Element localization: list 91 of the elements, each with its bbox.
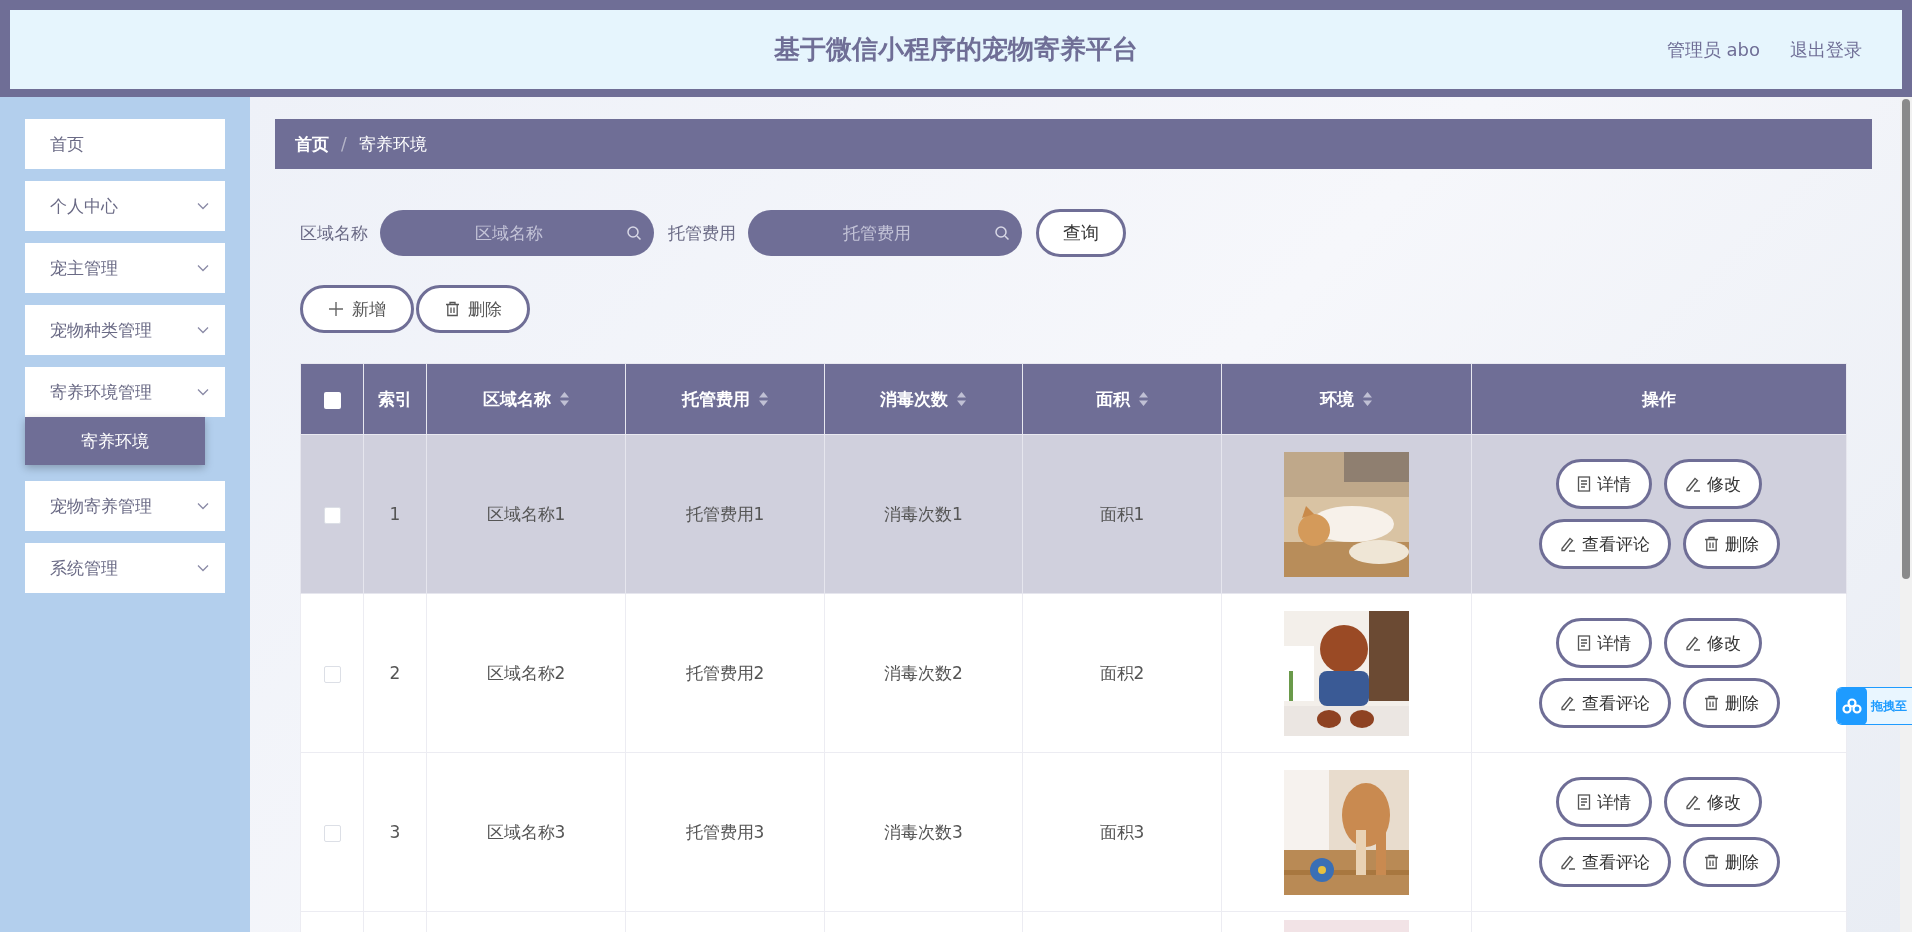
chevron-down-icon xyxy=(197,564,209,572)
search-field[interactable]: 区域名称 xyxy=(380,210,654,256)
detail-button[interactable]: 详情 xyxy=(1556,777,1652,827)
field-label: 区域名称 xyxy=(300,221,368,245)
logout-link[interactable]: 退出登录 xyxy=(1790,37,1862,62)
detail-button[interactable]: 详情 xyxy=(1556,459,1652,509)
edit-button[interactable]: 修改 xyxy=(1664,777,1762,827)
sort-icon xyxy=(558,391,570,407)
table-cell: 托管费用1 xyxy=(685,503,765,524)
search-icon xyxy=(994,225,1010,241)
table-row[interactable]: 2 区域名称2 托管费用2 消毒次数2 面积2 详情 修改 查看评论 删除 xyxy=(300,593,1847,753)
delete-button[interactable]: 删除 xyxy=(416,285,530,333)
submenu-item[interactable]: 寄养环境 xyxy=(25,417,205,465)
column-header[interactable]: 面积 xyxy=(1095,387,1149,411)
chevron-down-icon xyxy=(197,502,209,510)
sidebar-item[interactable]: 宠主管理 xyxy=(25,243,225,293)
chevron-down-icon xyxy=(197,202,209,210)
sidebar-item[interactable]: 宠物种类管理 xyxy=(25,305,225,355)
table-cell: 托管费用3 xyxy=(685,821,765,842)
chevron-down-icon xyxy=(197,264,209,272)
column-header: 操作 xyxy=(1642,387,1676,411)
document-icon xyxy=(1577,635,1591,651)
checkbox[interactable] xyxy=(323,506,341,524)
sort-icon xyxy=(1137,391,1149,407)
table-cell: 消毒次数3 xyxy=(884,821,963,842)
pencil-icon xyxy=(1685,635,1701,651)
pencil-icon xyxy=(1685,476,1701,492)
edit-button[interactable]: 修改 xyxy=(1664,618,1762,668)
trash-icon xyxy=(1703,854,1719,870)
sidebar-item[interactable]: 系统管理 xyxy=(25,543,225,593)
column-header[interactable]: 托管费用 xyxy=(681,387,769,411)
plus-icon xyxy=(328,301,344,317)
search-button[interactable]: 查询 xyxy=(1036,209,1126,257)
field-label: 托管费用 xyxy=(668,221,736,245)
search-icon xyxy=(626,225,642,241)
delete-button[interactable]: 删除 xyxy=(1682,519,1780,569)
edit-button[interactable]: 修改 xyxy=(1664,459,1762,509)
table-cell: 区域名称3 xyxy=(486,821,566,842)
detail-button[interactable]: 详情 xyxy=(1556,618,1652,668)
pencil-icon xyxy=(1559,536,1576,552)
breadcrumb-item: 寄养环境 xyxy=(358,132,427,156)
document-icon xyxy=(1577,794,1591,810)
pencil-icon xyxy=(1685,794,1701,810)
sidebar-item[interactable]: 寄养环境管理 xyxy=(25,367,225,417)
comments-button[interactable]: 查看评论 xyxy=(1538,678,1671,728)
table-cell: 1 xyxy=(389,504,401,524)
chevron-down-icon xyxy=(197,326,209,334)
table-cell: 2 xyxy=(389,663,401,683)
search-field[interactable]: 托管费用 xyxy=(748,210,1022,256)
table-cell: 区域名称1 xyxy=(486,503,566,524)
chevron-down-icon xyxy=(197,388,209,396)
table-cell: 3 xyxy=(389,822,401,842)
table-cell: 消毒次数2 xyxy=(884,662,963,683)
column-header[interactable]: 区域名称 xyxy=(482,387,570,411)
column-header[interactable]: 消毒次数 xyxy=(880,387,967,411)
table-cell: 面积3 xyxy=(1099,821,1145,842)
column-header: 索引 xyxy=(378,387,412,411)
column-header[interactable]: 环境 xyxy=(1320,387,1373,411)
sidebar-item[interactable]: 首页 xyxy=(25,119,225,169)
table-cell: 面积2 xyxy=(1099,662,1145,683)
sidebar-item[interactable]: 宠物寄养管理 xyxy=(25,481,225,531)
table-cell: 托管费用2 xyxy=(685,662,765,683)
breadcrumb-separator: / xyxy=(341,134,347,154)
sort-icon xyxy=(1362,391,1373,407)
trash-icon xyxy=(1703,695,1719,711)
checkbox[interactable] xyxy=(323,824,341,842)
delete-button[interactable]: 删除 xyxy=(1682,678,1780,728)
trash-icon xyxy=(1703,536,1719,552)
comments-button[interactable]: 查看评论 xyxy=(1538,837,1671,887)
document-icon xyxy=(1577,476,1591,492)
comments-button[interactable]: 查看评论 xyxy=(1538,519,1671,569)
checkbox[interactable] xyxy=(323,665,341,683)
drag-label: 拖拽至 xyxy=(1870,697,1907,715)
pencil-icon xyxy=(1559,854,1576,870)
sort-icon xyxy=(757,391,769,407)
table-row[interactable]: 1 区域名称1 托管费用1 消毒次数1 面积1 详情 修改 查看评论 删除 xyxy=(300,434,1847,594)
delete-button[interactable]: 删除 xyxy=(1682,837,1780,887)
cloud-icon[interactable] xyxy=(1837,688,1867,724)
user-name: 管理员 abo xyxy=(1666,37,1760,62)
site-title: 基于微信小程序的宠物寄养平台 xyxy=(774,33,1138,66)
table-cell: 消毒次数1 xyxy=(884,503,963,524)
table-cell: 面积1 xyxy=(1099,503,1145,524)
table-cell: 区域名称2 xyxy=(486,662,566,683)
sort-icon xyxy=(956,391,967,407)
add-button[interactable]: 新增 xyxy=(300,285,414,333)
breadcrumb-item[interactable]: 首页 xyxy=(295,132,329,156)
table-row[interactable]: 3 区域名称3 托管费用3 消毒次数3 面积3 详情 修改 查看评论 删除 xyxy=(300,752,1847,912)
sidebar-item[interactable]: 个人中心 xyxy=(25,181,225,231)
pencil-icon xyxy=(1559,695,1576,711)
trash-icon xyxy=(444,301,460,317)
checkbox[interactable] xyxy=(323,391,341,409)
